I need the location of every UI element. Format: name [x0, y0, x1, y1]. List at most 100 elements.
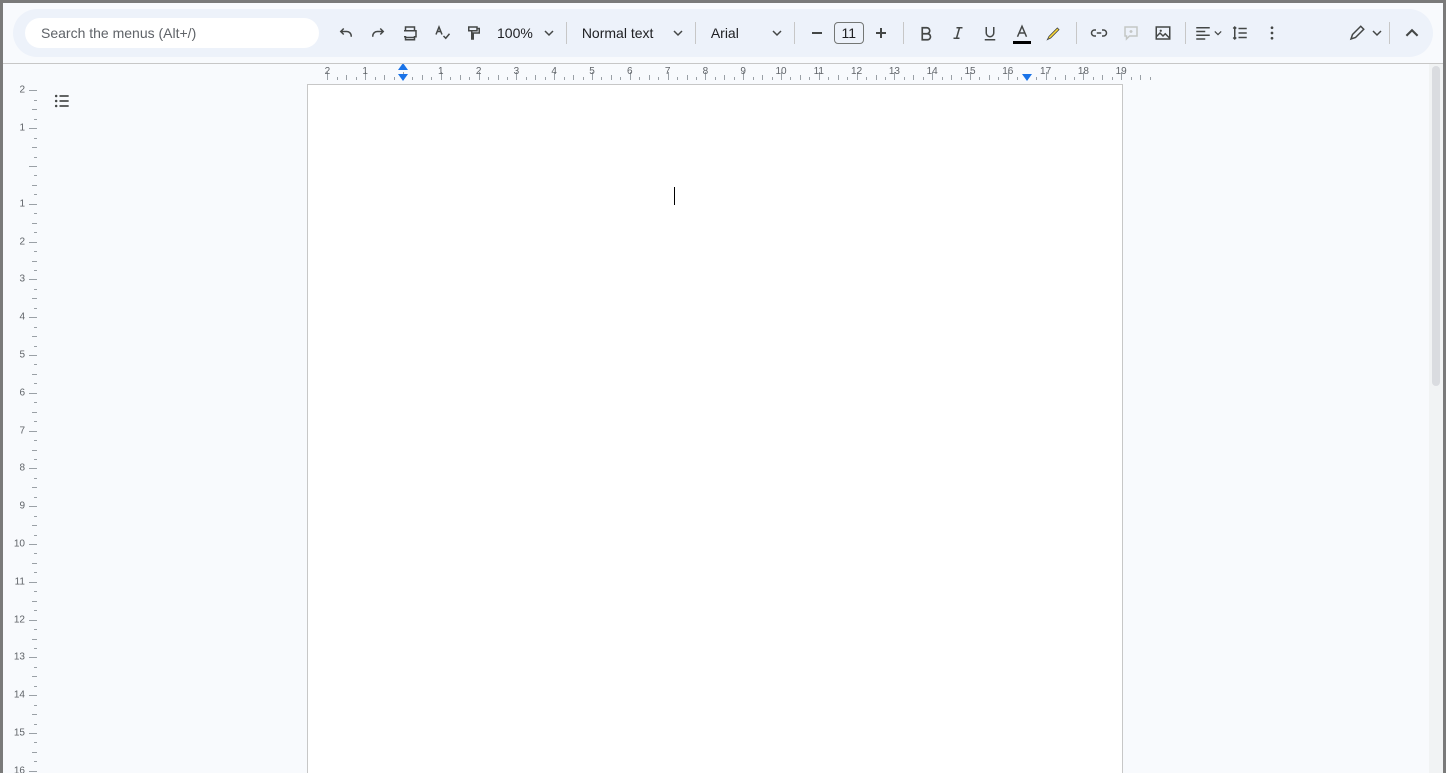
- font-family-label: Arial: [703, 25, 765, 41]
- paint-format-button[interactable]: [459, 18, 489, 48]
- ruler-number: 10: [775, 66, 786, 77]
- scrollbar-thumb[interactable]: [1432, 66, 1440, 386]
- redo-button[interactable]: [363, 18, 393, 48]
- ruler-number: 1: [438, 66, 444, 77]
- decrease-font-size-button[interactable]: [802, 18, 832, 48]
- canvas-wrap: 2112345678910111213141516171819: [37, 64, 1429, 773]
- bold-icon: [917, 24, 935, 42]
- plus-icon: [874, 26, 888, 40]
- ruler-number: 9: [740, 66, 746, 77]
- text-color-icon: [1013, 24, 1031, 42]
- separator: [566, 22, 567, 44]
- ruler-number: 1: [362, 66, 368, 77]
- ruler-number: 5: [589, 66, 595, 77]
- insert-link-button[interactable]: [1084, 18, 1114, 48]
- collapse-toolbar-button[interactable]: [1397, 18, 1427, 48]
- print-icon: [401, 24, 419, 42]
- bold-button[interactable]: [911, 18, 941, 48]
- menu-search-input[interactable]: Search the menus (Alt+/): [25, 18, 319, 48]
- insert-image-button[interactable]: [1148, 18, 1178, 48]
- ruler-number: 1: [19, 123, 25, 134]
- toolbar: Search the menus (Alt+/) 100% Normal tex…: [13, 9, 1433, 57]
- ruler-number: 17: [1040, 66, 1051, 77]
- print-button[interactable]: [395, 18, 425, 48]
- separator: [903, 22, 904, 44]
- redo-icon: [369, 24, 387, 42]
- paragraph-style-dropdown[interactable]: Normal text: [574, 25, 688, 41]
- comment-plus-icon: [1122, 24, 1140, 42]
- ruler-number: 2: [19, 85, 25, 96]
- ruler-number: 2: [325, 66, 331, 77]
- add-comment-button[interactable]: [1116, 18, 1146, 48]
- ruler-number: 4: [19, 312, 25, 323]
- italic-button[interactable]: [943, 18, 973, 48]
- dropdown-arrow-icon: [767, 28, 787, 38]
- pencil-icon: [1348, 24, 1366, 42]
- horizontal-ruler[interactable]: 2112345678910111213141516171819: [37, 64, 1429, 80]
- vertical-scrollbar[interactable]: [1429, 64, 1443, 773]
- ruler-number: 5: [19, 350, 25, 361]
- first-line-indent-marker[interactable]: [398, 64, 408, 70]
- spellcheck-button[interactable]: [427, 18, 457, 48]
- text-cursor: [674, 187, 675, 205]
- ruler-number: 8: [19, 463, 25, 474]
- chevron-up-icon: [1405, 26, 1419, 40]
- link-icon: [1090, 24, 1108, 42]
- italic-icon: [949, 24, 967, 42]
- ruler-number: 12: [851, 66, 862, 77]
- ruler-number: 14: [927, 66, 938, 77]
- ruler-number: 6: [19, 387, 25, 398]
- ruler-number: 19: [1116, 66, 1127, 77]
- align-dropdown[interactable]: [1193, 18, 1223, 48]
- text-color-button[interactable]: [1007, 18, 1037, 48]
- separator: [695, 22, 696, 44]
- separator: [1076, 22, 1077, 44]
- highlight-icon: [1044, 23, 1064, 43]
- ruler-number: 2: [19, 236, 25, 247]
- document-page[interactable]: [307, 84, 1123, 773]
- ruler-number: 2: [476, 66, 482, 77]
- zoom-label: 100%: [491, 25, 537, 41]
- text-color-swatch: [1013, 41, 1031, 44]
- increase-font-size-button[interactable]: [866, 18, 896, 48]
- line-spacing-button[interactable]: [1225, 18, 1255, 48]
- editing-mode-dropdown[interactable]: [1348, 24, 1382, 42]
- zoom-dropdown[interactable]: 100%: [491, 25, 559, 41]
- ruler-number: 16: [1002, 66, 1013, 77]
- more-vert-icon: [1263, 24, 1281, 42]
- dropdown-arrow-icon: [1214, 29, 1222, 37]
- ruler-number: 11: [814, 66, 824, 77]
- highlight-color-button[interactable]: [1039, 18, 1069, 48]
- dropdown-arrow-icon: [539, 28, 559, 38]
- search-placeholder: Search the menus (Alt+/): [41, 25, 196, 41]
- undo-button[interactable]: [331, 18, 361, 48]
- ruler-number: 16: [14, 765, 25, 773]
- align-left-icon: [1194, 24, 1212, 42]
- font-size-input[interactable]: [834, 22, 864, 44]
- spellcheck-icon: [433, 24, 451, 42]
- font-size-group: [802, 18, 896, 48]
- underline-button[interactable]: [975, 18, 1005, 48]
- ruler-number: 18: [1078, 66, 1089, 77]
- ruler-number: 3: [19, 274, 25, 285]
- more-options-button[interactable]: [1257, 18, 1287, 48]
- paragraph-style-label: Normal text: [574, 25, 666, 41]
- ruler-number: 13: [14, 652, 25, 663]
- ruler-number: 13: [889, 66, 900, 77]
- workspace: 2112345678910111213141516 21123456789101…: [3, 63, 1443, 773]
- ruler-number: 7: [665, 66, 671, 77]
- dropdown-arrow-icon: [668, 28, 688, 38]
- dropdown-arrow-icon: [1372, 28, 1382, 38]
- vertical-ruler[interactable]: 2112345678910111213141516: [3, 64, 37, 773]
- undo-icon: [337, 24, 355, 42]
- document-outline-button[interactable]: [47, 86, 77, 116]
- ruler-number: 4: [551, 66, 557, 77]
- ruler-number: 3: [514, 66, 520, 77]
- ruler-number: 9: [19, 501, 25, 512]
- ruler-number: 6: [627, 66, 633, 77]
- font-family-dropdown[interactable]: Arial: [703, 25, 787, 41]
- line-spacing-icon: [1231, 24, 1249, 42]
- outline-list-icon: [52, 91, 72, 111]
- ruler-number: 8: [703, 66, 709, 77]
- page-area: [37, 80, 1429, 773]
